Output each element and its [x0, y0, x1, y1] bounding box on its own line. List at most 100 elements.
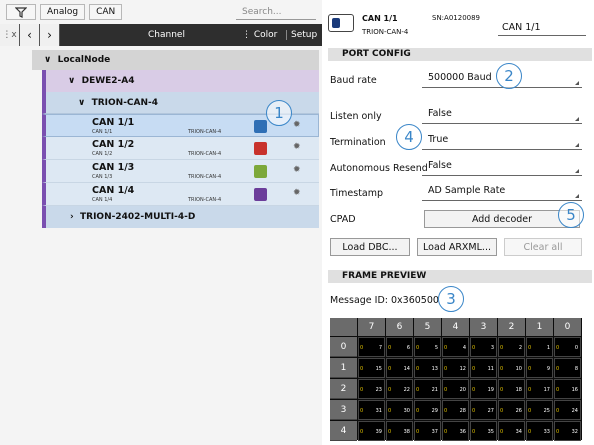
grid-cell: 0 13 — [414, 358, 441, 378]
cell-zero: 0 — [472, 387, 476, 393]
channel-column-header[interactable]: Channel — [148, 30, 185, 40]
grid-cell: 0 31 — [358, 400, 385, 420]
channel-name: CAN 1/4 — [92, 185, 135, 196]
cell-zero: 0 — [388, 366, 392, 372]
cell-zero: 0 — [416, 408, 420, 414]
cell-zero: 0 — [388, 387, 392, 393]
cell-zero: 0 — [500, 387, 504, 393]
cell-zero: 0 — [360, 429, 364, 435]
timestamp-label: Timestamp — [330, 188, 384, 199]
tree-node-trion-2402[interactable]: › TRION-2402-MULTI-4-D — [42, 206, 319, 228]
cell-bit: 37 — [431, 429, 438, 435]
cell-zero: 0 — [556, 366, 560, 372]
timestamp-select[interactable]: AD Sample Rate — [422, 185, 582, 201]
cell-bit: 25 — [543, 408, 550, 414]
channel-device: TRION-CAN-4 — [188, 129, 222, 135]
grid-col-header: 1 — [526, 318, 553, 336]
cell-zero: 0 — [360, 366, 364, 372]
setup-column-header[interactable]: Setup — [286, 30, 317, 40]
grid-cell: 0 12 — [442, 358, 469, 378]
grid-cell: 0 21 — [414, 379, 441, 399]
baud-rate-label: Baud rate — [330, 75, 377, 86]
chevron-left-icon: ‹ — [27, 28, 32, 42]
gear-icon[interactable]: ✹ — [293, 120, 301, 130]
autonomous-resend-label: Autonomous Resend — [330, 163, 428, 174]
termination-select[interactable]: True — [422, 134, 582, 150]
grid-cell: 0 35 — [470, 421, 497, 441]
gear-icon[interactable]: ✹ — [293, 165, 301, 175]
cell-zero: 0 — [528, 408, 532, 414]
grid-col-header: 0 — [554, 318, 581, 336]
cell-bit: 35 — [487, 429, 494, 435]
chevron-down-icon: ∨ — [44, 55, 52, 65]
grid-cell: 09 — [526, 358, 553, 378]
filter-button[interactable] — [6, 4, 36, 20]
color-swatch[interactable] — [254, 165, 267, 178]
cell-bit: 34 — [515, 429, 522, 435]
cell-bit: 3 — [490, 345, 494, 351]
cell-bit: 39 — [375, 429, 382, 435]
cell-bit: 12 — [459, 366, 466, 372]
channel-name-field[interactable]: CAN 1/1 — [498, 20, 586, 36]
channel-enable-toggle[interactable] — [328, 14, 354, 32]
cell-zero: 0 — [500, 345, 504, 351]
grid-cell: 03 — [470, 337, 497, 357]
channel-row-can-1-3[interactable]: CAN 1/3 CAN 1/3 TRION-CAN-4 ✹ — [42, 160, 319, 183]
forward-button[interactable]: › — [40, 24, 60, 46]
grid-cell: 0 27 — [470, 400, 497, 420]
cell-zero: 0 — [528, 366, 532, 372]
grid-cell: 06 — [386, 337, 413, 357]
cell-zero: 0 — [556, 387, 560, 393]
listen-only-label: Listen only — [330, 111, 382, 122]
cell-bit: 0 — [574, 345, 578, 351]
listen-only-select[interactable]: False — [422, 108, 582, 124]
port-config-header: PORT CONFIG — [328, 48, 592, 61]
color-column-header[interactable]: ⋮ Color — [242, 30, 277, 40]
gear-icon[interactable]: ✹ — [293, 188, 301, 198]
channel-device: TRION-CAN-4 — [188, 174, 222, 180]
load-arxml-button[interactable]: Load ARXML... — [417, 238, 497, 256]
cell-zero: 0 — [360, 408, 364, 414]
channel-name: CAN 1/3 — [92, 162, 135, 173]
cell-bit: 32 — [571, 429, 578, 435]
channel-sub: CAN 1/4 — [92, 197, 113, 203]
column-header: ⋮ x ‹ › Channel ⋮ Color Setup — [0, 24, 322, 46]
grid-col-header: 5 — [414, 318, 441, 336]
grid-cell: 0 10 — [498, 358, 525, 378]
cell-zero: 0 — [388, 345, 392, 351]
cell-zero: 0 — [416, 387, 420, 393]
clear-all-button[interactable]: Clear all — [504, 238, 582, 256]
search-input[interactable]: Search... — [236, 4, 316, 20]
color-swatch[interactable] — [254, 142, 267, 155]
channel-row-can-1-2[interactable]: CAN 1/2 CAN 1/2 TRION-CAN-4 ✹ — [42, 137, 319, 160]
tree-node-dewe[interactable]: ∨ DEWE2-A4 — [42, 70, 319, 92]
cell-bit: 29 — [431, 408, 438, 414]
grid-cell: 05 — [414, 337, 441, 357]
analog-filter-button[interactable]: Analog — [40, 4, 86, 20]
gear-icon[interactable]: ✹ — [293, 142, 301, 152]
cell-bit: 16 — [571, 387, 578, 393]
collapse-toggle-button[interactable]: ⋮ x — [0, 24, 20, 46]
channel-row-can-1-4[interactable]: CAN 1/4 CAN 1/4 TRION-CAN-4 ✹ — [42, 183, 319, 206]
cell-bit: 36 — [459, 429, 466, 435]
autonomous-resend-select[interactable]: False — [422, 160, 582, 176]
color-swatch[interactable] — [254, 120, 267, 133]
message-id: Message ID: 0x360500 — [330, 295, 439, 306]
grid-cell: 02 — [498, 337, 525, 357]
back-button[interactable]: ‹ — [20, 24, 40, 46]
channel-name: CAN 1/1 — [92, 117, 135, 128]
grid-col-header: 2 — [498, 318, 525, 336]
add-decoder-button[interactable]: Add decoder — [424, 210, 580, 228]
marker-3: 3 — [438, 286, 464, 312]
tree-node-localnode[interactable]: ∨ LocalNode — [32, 50, 319, 70]
cell-zero: 0 — [444, 387, 448, 393]
load-dbc-button[interactable]: Load DBC... — [330, 238, 410, 256]
marker-2: 2 — [496, 63, 522, 89]
can-filter-button[interactable]: CAN — [89, 4, 123, 20]
grid-cell: 07 — [358, 337, 385, 357]
cell-bit: 15 — [375, 366, 382, 372]
color-swatch[interactable] — [254, 188, 267, 201]
cell-zero: 0 — [416, 345, 420, 351]
chevron-right-icon: › — [70, 212, 74, 222]
grid-col-header: 6 — [386, 318, 413, 336]
